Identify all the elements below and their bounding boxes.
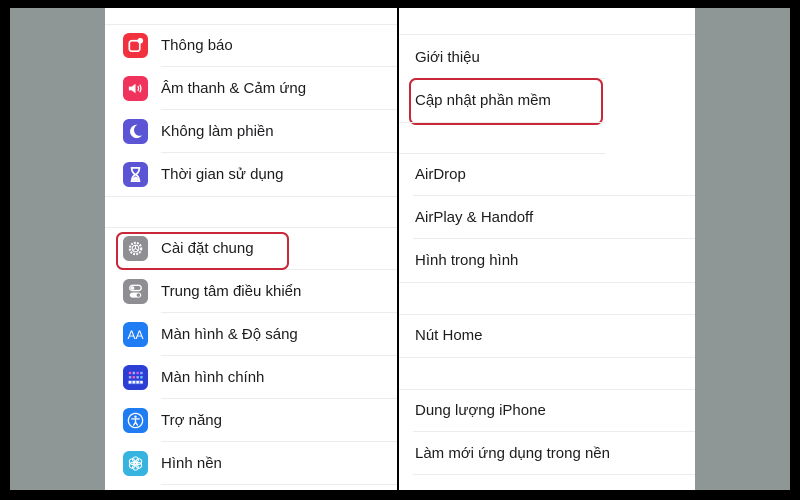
settings-item-home-screen[interactable]: Màn hình chính <box>105 356 397 399</box>
settings-item-sounds[interactable]: Âm thanh & Cảm ứng <box>105 67 397 110</box>
general-item-about[interactable]: Giới thiệu <box>399 36 695 79</box>
hourglass-icon <box>123 162 148 187</box>
separator <box>399 34 695 35</box>
general-item-iphone-storage[interactable]: Dung lượng iPhone <box>399 389 695 432</box>
home-grid-icon <box>123 365 148 390</box>
settings-item-do-not-disturb[interactable]: Không làm phiền <box>105 110 397 153</box>
accessibility-icon <box>123 408 148 433</box>
notifications-icon <box>123 33 148 58</box>
moon-icon <box>123 119 148 144</box>
highlight-box <box>409 78 603 125</box>
toggles-icon <box>123 279 148 304</box>
separator <box>413 474 695 475</box>
item-label: Trung tâm điều khiển <box>161 283 302 300</box>
separator <box>105 196 397 197</box>
general-item-airplay-handoff[interactable]: AirPlay & Handoff <box>399 196 695 239</box>
settings-item-control-center[interactable]: Trung tâm điều khiển <box>105 270 397 313</box>
settings-item-notifications[interactable]: Thông báo <box>105 24 397 67</box>
settings-item-screen-time[interactable]: Thời gian sử dụng <box>105 153 397 196</box>
general-settings-list: Giới thiệu Cập nhật phần mềm AirDrop Air… <box>399 8 695 490</box>
item-label: Dung lượng iPhone <box>415 402 546 419</box>
text-size-icon: AA <box>123 322 148 347</box>
wallpaper-icon <box>123 451 148 476</box>
separator <box>399 122 605 123</box>
item-label: Thông báo <box>161 37 233 54</box>
sound-icon <box>123 76 148 101</box>
item-label: Màn hình chính <box>161 369 265 386</box>
item-label: Âm thanh & Cảm ứng <box>161 80 307 97</box>
separator <box>399 282 695 283</box>
general-item-home-button[interactable]: Nút Home <box>399 314 695 357</box>
general-item-background-app-refresh[interactable]: Làm mới ứng dụng trong nền <box>399 432 695 475</box>
item-label: Nút Home <box>415 327 483 344</box>
item-label: Không làm phiền <box>161 123 274 140</box>
item-label: Hình trong hình <box>415 252 519 269</box>
item-label: Hình nền <box>161 455 222 472</box>
general-item-airdrop[interactable]: AirDrop <box>399 153 695 196</box>
separator <box>161 484 397 485</box>
item-label: Thời gian sử dụng <box>161 166 284 183</box>
settings-item-wallpaper[interactable]: Hình nền <box>105 442 397 485</box>
general-item-picture-in-picture[interactable]: Hình trong hình <box>399 239 695 282</box>
settings-item-display-brightness[interactable]: AA Màn hình & Độ sáng <box>105 313 397 356</box>
item-label: Màn hình & Độ sáng <box>161 326 298 343</box>
highlight-box <box>116 232 289 270</box>
item-label: AirDrop <box>415 166 466 183</box>
item-label: Giới thiệu <box>415 49 480 66</box>
separator <box>399 357 695 358</box>
item-label: Trợ năng <box>161 412 222 429</box>
item-label: Làm mới ứng dụng trong nền <box>415 445 610 462</box>
settings-main-list: Thông báo Âm thanh & Cảm ứng Không làm p… <box>105 8 397 490</box>
settings-item-accessibility[interactable]: Trợ năng <box>105 399 397 442</box>
item-label: AirPlay & Handoff <box>415 209 534 226</box>
